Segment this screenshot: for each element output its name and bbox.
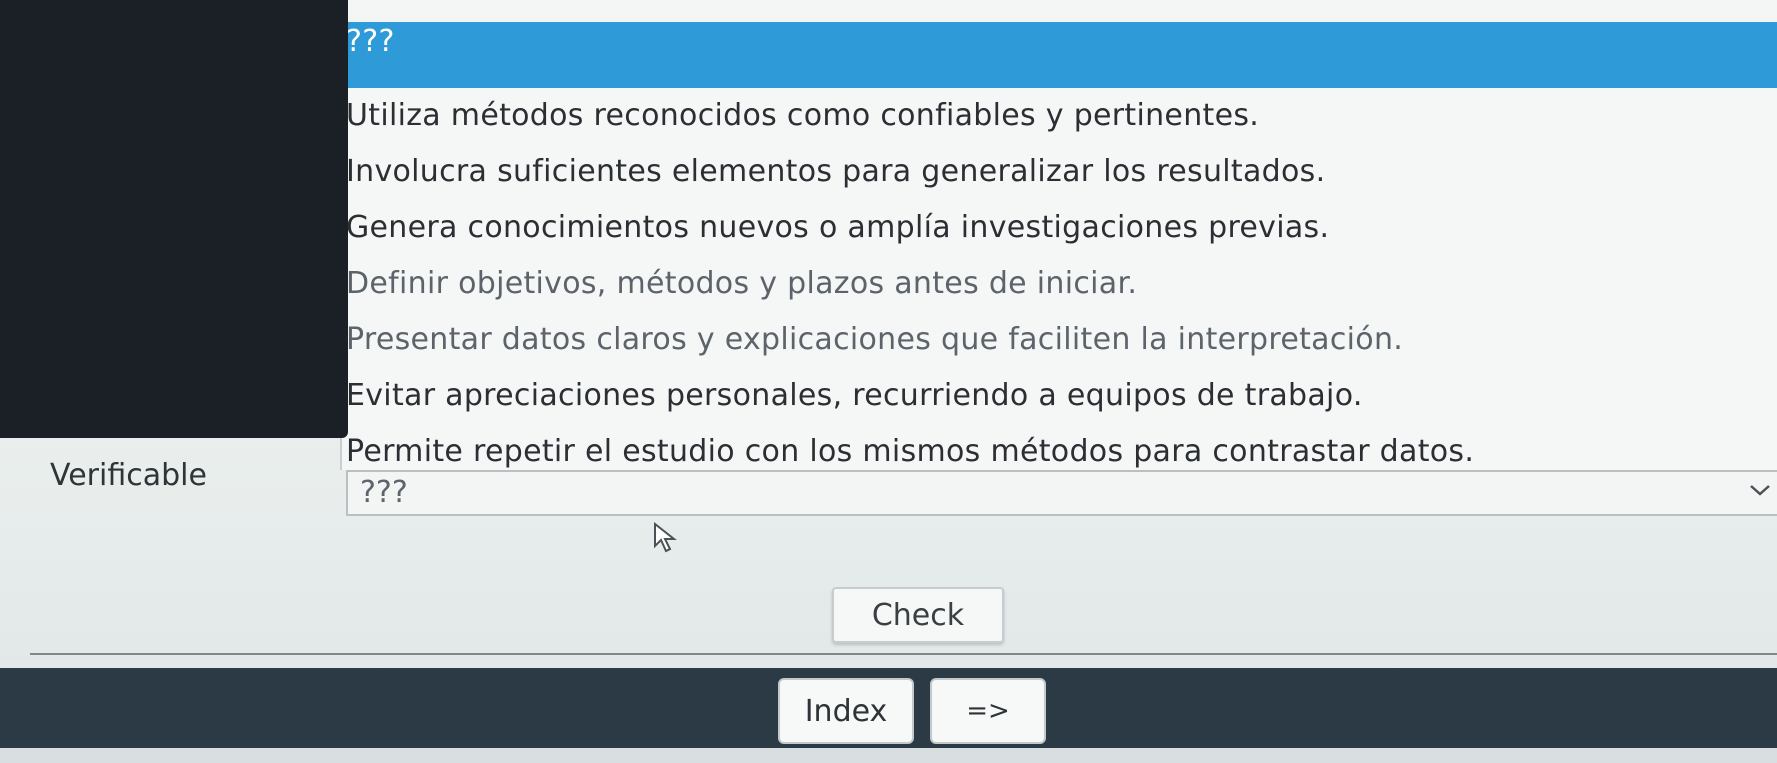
next-button[interactable]: => [930, 678, 1046, 744]
dropdown-options-list[interactable]: ??? Utiliza métodos reconocidos como con… [340, 22, 1777, 470]
question-label: Verificable [50, 458, 207, 493]
answer-select[interactable]: ??? [346, 470, 1777, 516]
form-divider [30, 653, 1777, 655]
dropdown-option[interactable]: Definir objetivos, métodos y plazos ante… [342, 256, 1777, 312]
check-button[interactable]: Check [832, 587, 1004, 643]
dropdown-option[interactable]: Evitar apreciaciones personales, recurri… [342, 368, 1777, 424]
select-value: ??? [360, 475, 408, 510]
footer-bottom-strip [0, 748, 1777, 763]
dropdown-option[interactable]: Involucra suficientes elementos para gen… [342, 144, 1777, 200]
dropdown-option[interactable]: Presentar datos claros y explicaciones q… [342, 312, 1777, 368]
mouse-cursor-icon [653, 521, 679, 558]
quiz-screen: ??? Utiliza métodos reconocidos como con… [0, 0, 1777, 763]
dropdown-option-placeholder[interactable]: ??? [342, 22, 1777, 88]
dropdown-option[interactable]: Genera conocimientos nuevos o amplía inv… [342, 200, 1777, 256]
top-strip [330, 0, 1777, 16]
redacted-area [0, 0, 348, 438]
index-button[interactable]: Index [778, 678, 914, 744]
chevron-down-icon [1749, 482, 1771, 501]
dropdown-option[interactable]: Utiliza métodos reconocidos como confiab… [342, 88, 1777, 144]
